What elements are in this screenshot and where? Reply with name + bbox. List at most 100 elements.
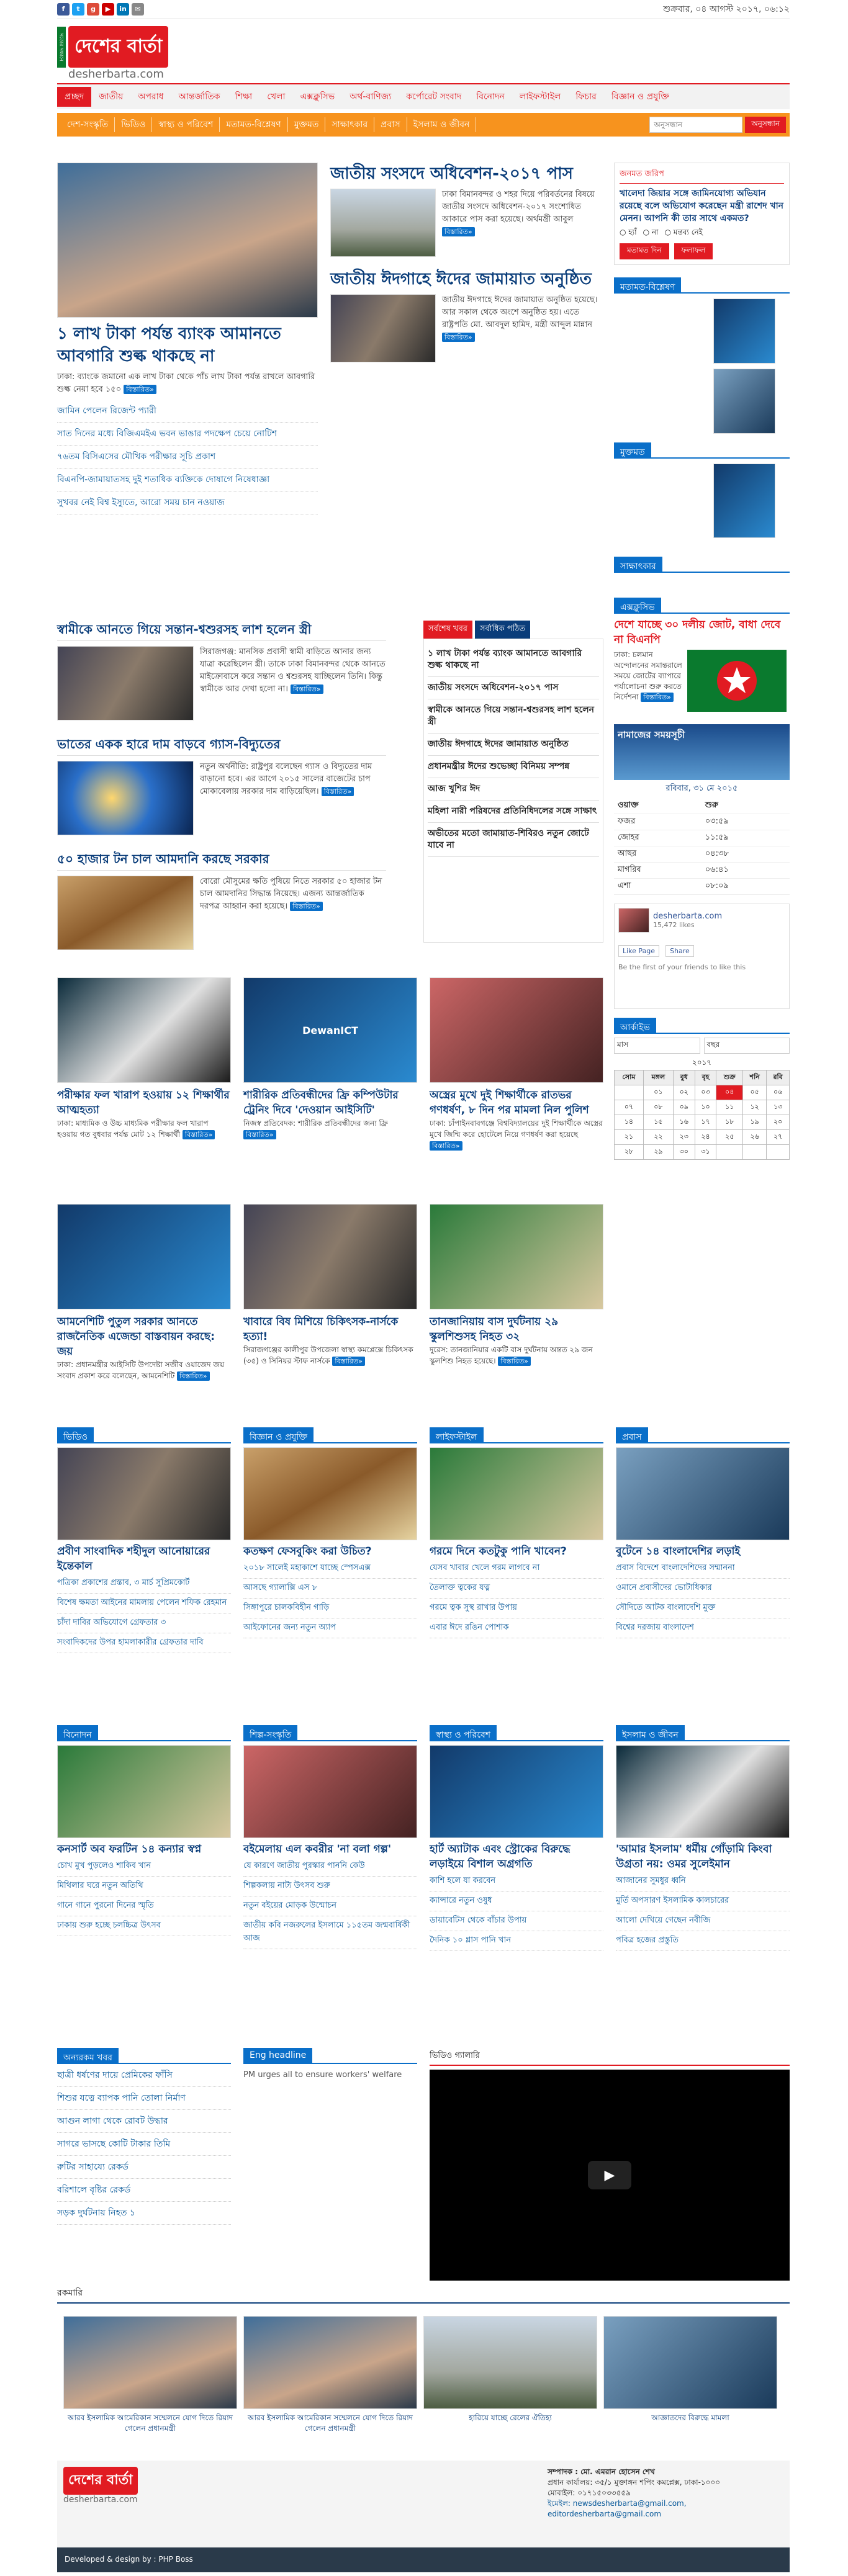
category-link[interactable]: এবার ঈদে রঙিন পোশাক bbox=[430, 1618, 603, 1638]
category-image[interactable] bbox=[243, 1447, 417, 1540]
category-image[interactable] bbox=[616, 1745, 790, 1838]
category-heading[interactable]: প্রবাস bbox=[616, 1427, 648, 1443]
more-link[interactable]: বিস্তারিত» bbox=[442, 227, 475, 236]
month-select[interactable]: মাস bbox=[614, 1038, 700, 1054]
story-card-image[interactable]: DewanICT bbox=[243, 977, 417, 1083]
category-link[interactable]: সিঙ্গাপুরে চালকবিহীন গাড়ি bbox=[243, 1599, 417, 1618]
rokomari-title[interactable]: আরব ইসলামিক আমেরিকান সম্মেলনে যোগ দিতে র… bbox=[243, 2413, 417, 2434]
category-title[interactable]: কনসার্ট অব ফরটিন ১৪ কন্যার স্বপ্ন bbox=[57, 1842, 231, 1857]
more-link[interactable]: বিস্তারিত» bbox=[182, 1130, 215, 1139]
calendar-day[interactable]: ০৬ bbox=[766, 1085, 790, 1100]
lead-link[interactable]: বিএনপি-জামায়াতসহ দুই শতাধিক ব্যক্তিকে দ… bbox=[57, 469, 318, 491]
poll-option[interactable]: ○ না bbox=[643, 228, 659, 236]
other-news-link[interactable]: ছাত্রী ধর্ষণের দায়ে প্রেমিকের ফাঁসি bbox=[57, 2064, 231, 2087]
category-link[interactable]: ক্যান্সারে নতুন ওষুধ bbox=[430, 1892, 603, 1911]
rokomari-image[interactable] bbox=[423, 2316, 597, 2409]
lead-link[interactable]: জামিন পেলেন রিজেন্ট প্যারী bbox=[57, 400, 318, 423]
fb-page-avatar[interactable] bbox=[618, 908, 649, 933]
search-input[interactable] bbox=[649, 117, 743, 133]
category-image[interactable] bbox=[616, 1447, 790, 1540]
nav-item[interactable]: প্রচ্ছদ bbox=[57, 87, 92, 107]
category-link[interactable]: মুর্তি অপসারণ ইসলামিক কালচারের bbox=[616, 1892, 790, 1911]
category-link[interactable]: মিথিলার ঘরে নতুন অতিথি bbox=[57, 1877, 231, 1896]
category-title[interactable]: কতক্ষণ ফেসবুকিং করা উচিত? bbox=[243, 1544, 417, 1559]
opinion-image-1[interactable] bbox=[713, 298, 775, 364]
calendar-day[interactable]: ৩১ bbox=[694, 1144, 717, 1160]
bnp-flag-image[interactable] bbox=[687, 650, 787, 712]
mid-story-title[interactable]: জাতীয় সংসদে অধিবেশন-২০১৭ পাস bbox=[330, 163, 603, 185]
lead-link[interactable]: সুখবর নেই বিশ্ব ইস্যুতে, আরো সময় চান নও… bbox=[57, 491, 318, 514]
mid-story-image[interactable] bbox=[330, 189, 436, 257]
nav2-item[interactable]: দেশ-সংস্কৃতি bbox=[61, 117, 115, 132]
lead-link[interactable]: ৭৬তম বিসিএসের মৌখিক পরীক্ষার সূচি প্রকাশ bbox=[57, 446, 318, 469]
rokomari-image[interactable] bbox=[603, 2316, 777, 2409]
opinion-heading[interactable]: মতামত-বিশ্লেষণ bbox=[614, 277, 682, 294]
calendar-day[interactable]: ১৩ bbox=[766, 1100, 790, 1115]
calendar-day[interactable]: ১৪ bbox=[614, 1115, 644, 1130]
story-card-image[interactable] bbox=[430, 1204, 603, 1309]
story-card-title[interactable]: অস্ত্রের মুখে দুই শিক্ষার্থীকে রাতভর গণধ… bbox=[430, 1088, 603, 1118]
calendar-day[interactable]: ০১ bbox=[643, 1085, 674, 1100]
story-title[interactable]: ৫০ হাজার টন চাল আমদানি করছে সরকার bbox=[57, 850, 386, 871]
calendar-day[interactable]: ১৯ bbox=[742, 1115, 767, 1130]
footer-email[interactable]: ইমেইল: newsdesherbarta@gmail.com, editor… bbox=[548, 2498, 783, 2520]
category-link[interactable]: আসছে গ্যালাক্সি এস ৮ bbox=[243, 1579, 417, 1599]
calendar-day[interactable]: ১১ bbox=[716, 1100, 744, 1115]
category-image[interactable] bbox=[57, 1447, 231, 1540]
category-image[interactable] bbox=[243, 1745, 417, 1838]
more-link[interactable]: বিস্তারিত» bbox=[321, 787, 354, 796]
exclusive-heading[interactable]: এক্সক্লুসিভ bbox=[614, 598, 661, 614]
story-card-title[interactable]: তানজানিয়ায় বাস দুর্ঘটনায় ২৯ স্কুলশিশু… bbox=[430, 1314, 603, 1344]
nav-item[interactable]: বিনোদন bbox=[469, 87, 512, 107]
tab-news-item[interactable]: মহিলা নারী পরিষদের প্রতিনিধিদলের সঙ্গে স… bbox=[428, 801, 599, 823]
category-heading[interactable]: শিল্প-সংস্কৃতি bbox=[243, 1725, 298, 1741]
more-link[interactable]: বিস্তারিত» bbox=[177, 1371, 210, 1381]
more-link[interactable]: বিস্তারিত» bbox=[442, 333, 475, 342]
opinion-image-2[interactable] bbox=[713, 369, 775, 434]
nav-item[interactable]: ফিচার bbox=[568, 87, 604, 107]
lead-title[interactable]: ১ লাখ টাকা পর্যন্ত ব্যাংক আমানতে আবগারি … bbox=[57, 323, 318, 367]
tab-news-item[interactable]: আজ খুশির ঈদ bbox=[428, 778, 599, 801]
more-link[interactable]: বিস্তারিত» bbox=[243, 1130, 276, 1139]
poll-submit-button[interactable]: মতামত দিন bbox=[620, 243, 669, 259]
calendar-day[interactable]: ১৫ bbox=[643, 1115, 674, 1130]
tab-most-read[interactable]: সর্বাধিক পঠিত bbox=[474, 621, 531, 639]
nav-item[interactable]: বিজ্ঞান ও প্রযুক্তি bbox=[604, 87, 677, 107]
calendar-day[interactable]: ০৭ bbox=[614, 1100, 644, 1115]
tab-news-item[interactable]: ১ লাখ টাকা পর্যন্ত ব্যাংক আমানতে আবগারি … bbox=[428, 643, 599, 677]
more-link[interactable]: বিস্তারিত» bbox=[498, 1357, 531, 1366]
calendar-day[interactable]: ২৪ bbox=[694, 1129, 717, 1145]
category-link[interactable]: ২০১৮ সালেই মহাকাশে যাচ্ছে স্পেসএক্স bbox=[243, 1559, 417, 1579]
calendar-day[interactable]: ২৩ bbox=[672, 1129, 695, 1145]
category-heading[interactable]: ইসলাম ও জীবন bbox=[616, 1725, 685, 1741]
category-title[interactable]: বইমেলায় এল কবরীর 'না বলা গল্প' bbox=[243, 1842, 417, 1857]
social-icon[interactable]: f bbox=[57, 2, 70, 16]
poll-option[interactable]: ○ হ্যাঁ bbox=[620, 228, 637, 236]
social-icon[interactable]: ✉ bbox=[132, 2, 144, 16]
year-select[interactable]: বছর bbox=[703, 1038, 790, 1054]
nav-item[interactable]: আন্তর্জাতিক bbox=[171, 87, 228, 107]
story-image[interactable] bbox=[57, 761, 194, 835]
category-link[interactable]: চাঁদা দাবির অভিযোগে গ্রেফতার ৩ bbox=[57, 1613, 231, 1633]
rokomari-title[interactable]: আরব ইসলামিক আমেরিকান সম্মেলনে যোগ দিতে র… bbox=[63, 2413, 237, 2434]
category-link[interactable]: গরমে ত্বক সুস্থ রাখার উপায় bbox=[430, 1599, 603, 1618]
story-title[interactable]: ভাতের একক হারে দাম বাড়বে গ্যাস-বিদ্যুতে… bbox=[57, 735, 386, 756]
fb-page-name[interactable]: desherbarta.com bbox=[653, 912, 722, 921]
calendar-day[interactable]: ২২ bbox=[643, 1129, 674, 1145]
fb-like-button[interactable]: Like Page bbox=[618, 945, 660, 957]
category-link[interactable]: কাশি হলে যা করবেন bbox=[430, 1872, 603, 1892]
play-icon[interactable]: ▶ bbox=[588, 2161, 631, 2189]
calendar-day[interactable]: ১৬ bbox=[672, 1115, 695, 1130]
category-link[interactable]: চোখ মুখ পুড়লেও শাকিব খান bbox=[57, 1857, 231, 1877]
more-link[interactable]: বিস্তারিত» bbox=[291, 684, 323, 694]
category-link[interactable]: আজানের সুমধুর ধ্বনি bbox=[616, 1872, 790, 1892]
other-news-heading[interactable]: অন্যরকম খবর bbox=[57, 2048, 119, 2064]
fb-share-button[interactable]: Share bbox=[665, 945, 694, 957]
other-news-link[interactable]: সাগরে ভাসছে কোটি টাকার তিমি bbox=[57, 2133, 231, 2156]
calendar-day[interactable]: ২৯ bbox=[643, 1144, 674, 1160]
poll-result-button[interactable]: ফলাফল bbox=[674, 243, 713, 259]
more-link[interactable]: বিস্তারিত» bbox=[430, 1141, 462, 1151]
calendar-day[interactable]: ২০ bbox=[766, 1115, 790, 1130]
calendar-day[interactable]: ০৩ bbox=[694, 1085, 717, 1100]
other-news-link[interactable]: শিশুর যত্নে ব্যাপক পানি তোলা নির্মাণ bbox=[57, 2087, 231, 2110]
